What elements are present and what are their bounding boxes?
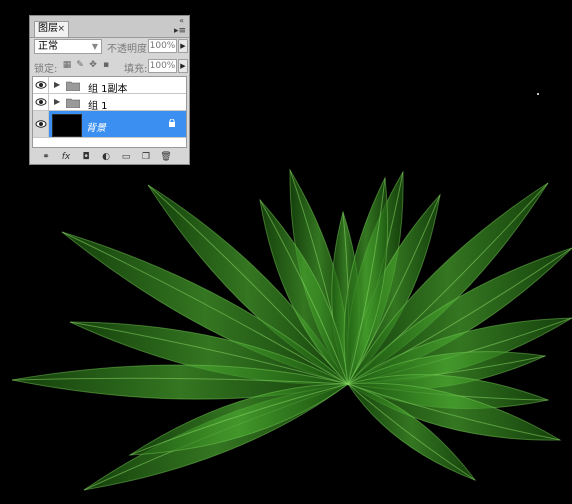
expand-triangle-icon[interactable]: ▶ [54,80,60,89]
visibility-eye-icon[interactable] [33,94,49,110]
lock-all-icon[interactable]: ▪ [101,60,111,70]
fill-arrow-icon[interactable]: ▶ [178,59,188,73]
folder-icon [66,98,80,108]
opacity-label: 不透明度: [107,44,151,55]
link-icon[interactable]: ⚭ [40,151,52,163]
canvas-speck [537,93,539,95]
panel-titlebar[interactable]: 图层 × « ▸≡ [30,16,189,38]
chevron-down-icon: ▼ [91,42,98,51]
lock-transparency-icon[interactable]: ▦ [62,60,72,70]
layer-name: 背景 [86,123,106,134]
fill-label: 填充: [124,64,148,75]
mask-icon[interactable]: ◘ [80,151,92,163]
layer-name: 组 1副本 [88,84,128,95]
lock-icon [169,119,175,127]
plant-artwork [11,168,572,491]
new-group-icon[interactable]: ▭ [120,151,132,163]
trash-icon[interactable]: 🗑 [160,151,172,163]
new-layer-icon[interactable]: ❐ [140,151,152,163]
lock-label: 锁定: [34,64,58,75]
blend-mode-value: 正常 [38,41,58,52]
opacity-field[interactable]: 100% [148,39,177,53]
opacity-arrow-icon[interactable]: ▶ [178,39,188,53]
fill-field[interactable]: 100% [148,59,177,73]
layer-row-selected[interactable]: 背景 [33,111,186,138]
layer-thumbnail [52,114,82,137]
panel-menu-icon[interactable]: ▸≡ [174,26,186,36]
layer-row[interactable]: ▶ 组 1副本 [33,77,186,95]
adjustment-icon[interactable]: ◐ [100,151,112,163]
folder-icon [66,81,80,91]
tab-layers[interactable]: 图层 × [34,21,69,37]
blend-mode-select[interactable]: 正常 ▼ [34,39,102,54]
collapse-icon[interactable]: « [179,16,184,25]
visibility-eye-icon[interactable] [33,77,49,93]
tab-layers-label: 图层 [38,23,58,34]
visibility-eye-icon[interactable] [33,111,49,137]
fx-icon[interactable]: fx [60,151,72,163]
expand-triangle-icon[interactable]: ▶ [54,97,60,106]
lock-pixels-icon[interactable]: ✎ [75,60,85,70]
layer-list: ▶ 组 1副本 ▶ 组 1 背景 [32,76,187,148]
lock-position-icon[interactable]: ✥ [88,60,98,70]
close-icon[interactable]: × [57,22,65,36]
layer-name: 组 1 [88,101,108,112]
layer-row[interactable]: ▶ 组 1 [33,94,186,112]
layers-panel: 图层 × « ▸≡ 正常 ▼ 不透明度: 100% ▶ 锁定: ▦ ✎ ✥ ▪ … [29,15,190,165]
panel-bottom-bar: ⚭ fx ◘ ◐ ▭ ❐ 🗑 [32,151,187,164]
